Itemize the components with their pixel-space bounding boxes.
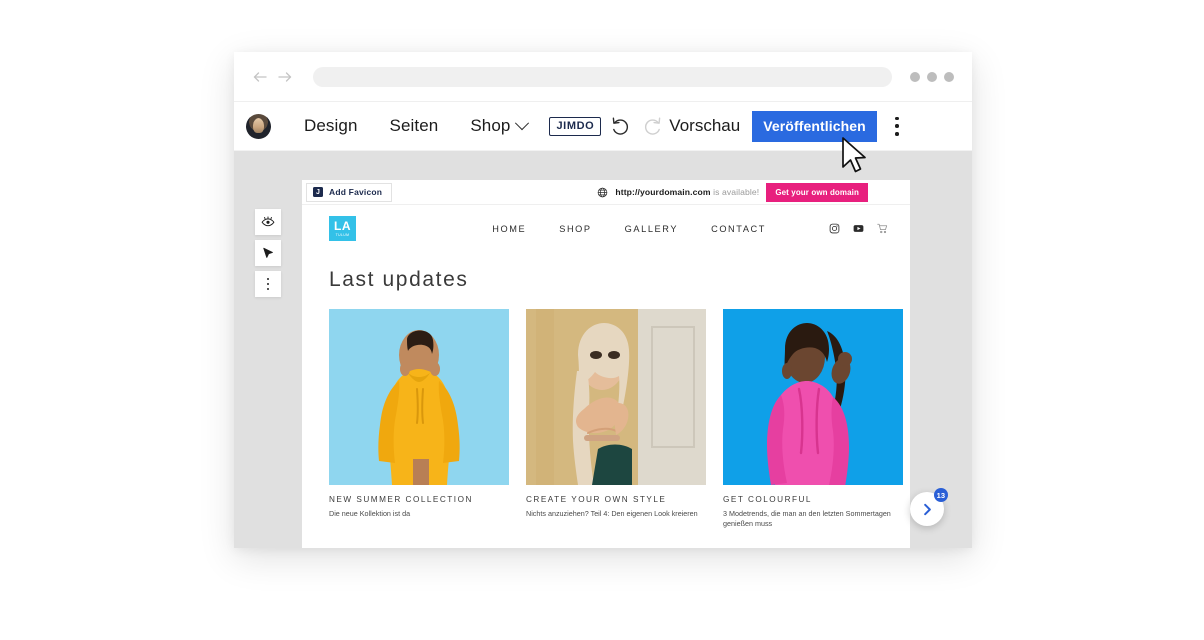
preview-button[interactable]: Vorschau — [669, 116, 740, 136]
menu-item-shop[interactable]: Shop — [454, 116, 543, 136]
editor-canvas: J Add Favicon http://yourdomain.com is a… — [234, 151, 972, 548]
site-nav-link-shop[interactable]: SHOP — [559, 224, 591, 234]
browser-chrome-bar — [234, 52, 972, 102]
window-dot[interactable] — [910, 71, 920, 82]
menu-label: Seiten — [389, 116, 439, 135]
page-title: Last updates — [329, 268, 469, 291]
card-description: 3 Modetrends, die man an den letzten Som… — [723, 509, 891, 529]
domain-text: http://yourdomain.com is available! — [615, 187, 759, 197]
globe-icon — [597, 187, 608, 198]
url-input[interactable] — [313, 66, 892, 87]
editor-toolbar: Design Seiten Shop JIMDO Vorschau Veröff… — [234, 102, 972, 151]
cards-row: NEW SUMMER COLLECTION Die neue Kollektio… — [329, 309, 903, 530]
card-description: Die neue Kollektion ist da — [329, 509, 411, 518]
jimdo-logo[interactable]: JIMDO — [549, 116, 602, 136]
forward-arrow-icon[interactable] — [277, 69, 293, 85]
card-item[interactable]: NEW SUMMER COLLECTION Die neue Kollektio… — [329, 309, 509, 530]
site-nav-link-contact[interactable]: CONTACT — [711, 224, 766, 234]
browser-nav-arrows — [252, 69, 293, 85]
site-nav-link-gallery[interactable]: GALLERY — [625, 224, 678, 234]
preview-eye-icon[interactable] — [255, 209, 281, 235]
jimdo-favicon-icon: J — [313, 187, 323, 197]
card-title: CREATE YOUR OWN STYLE — [526, 495, 667, 504]
menu-label: Design — [304, 116, 358, 135]
window-dot[interactable] — [927, 71, 937, 82]
chat-widget-button[interactable]: 13 — [910, 488, 948, 526]
favicon-domain-bar: J Add Favicon http://yourdomain.com is a… — [302, 180, 910, 205]
domain-status: is available! — [710, 187, 760, 197]
site-nav-links: HOME SHOP GALLERY CONTACT — [492, 223, 888, 234]
menu-label: Shop — [470, 116, 511, 135]
publish-button[interactable]: Veröffentlichen — [752, 110, 877, 142]
instagram-icon[interactable] — [829, 223, 840, 234]
cart-icon[interactable] — [877, 223, 888, 234]
site-social-icons — [829, 223, 888, 234]
card-description: Nichts anzuziehen? Teil 4: Den eigenen L… — [526, 509, 698, 518]
site-logo-sub: TULUM — [335, 232, 350, 237]
site-content: Last updates NEW SUMMER COLLECTION Die n… — [302, 268, 910, 530]
card-image-create-your-own-style — [526, 309, 706, 485]
card-title: NEW SUMMER COLLECTION — [329, 495, 473, 504]
chevron-down-icon — [515, 116, 530, 131]
cursor-pointer-icon[interactable] — [255, 240, 281, 266]
site-preview: J Add Favicon http://yourdomain.com is a… — [302, 180, 910, 548]
avatar[interactable] — [246, 113, 271, 139]
add-favicon-label: Add Favicon — [329, 187, 383, 197]
back-arrow-icon[interactable] — [252, 69, 268, 85]
get-domain-button[interactable]: Get your own domain — [766, 182, 868, 202]
redo-icon[interactable] — [641, 115, 663, 137]
youtube-icon[interactable] — [853, 223, 864, 234]
card-image-new-summer-collection — [329, 309, 509, 485]
chat-badge-count: 13 — [933, 488, 948, 502]
kebab-menu-icon[interactable] — [895, 116, 899, 136]
undo-icon[interactable] — [610, 115, 632, 137]
site-nav-link-home[interactable]: HOME — [492, 224, 526, 234]
window-controls — [910, 71, 954, 82]
window-dot[interactable] — [944, 71, 954, 82]
site-navbar: LA TULUM HOME SHOP GALLERY CONTACT — [302, 205, 910, 252]
menu-item-seiten[interactable]: Seiten — [374, 116, 455, 136]
more-options-icon[interactable] — [255, 271, 281, 297]
card-item[interactable]: GET COLOURFUL 3 Modetrends, die man an d… — [723, 309, 903, 530]
menu-item-design[interactable]: Design — [288, 116, 374, 136]
browser-window: Design Seiten Shop JIMDO Vorschau Veröff… — [234, 52, 972, 548]
canvas-left-toolbar — [255, 209, 281, 297]
add-favicon-button[interactable]: J Add Favicon — [306, 182, 393, 202]
site-logo-main: LA — [334, 219, 351, 234]
card-title: GET COLOURFUL — [723, 495, 812, 504]
domain-name: http://yourdomain.com — [615, 187, 711, 197]
domain-suggestion: http://yourdomain.com is available! Get … — [597, 182, 910, 202]
card-item[interactable]: CREATE YOUR OWN STYLE Nichts anzuziehen?… — [526, 309, 706, 530]
site-logo[interactable]: LA TULUM — [329, 216, 356, 241]
card-image-get-colourful — [723, 309, 903, 485]
